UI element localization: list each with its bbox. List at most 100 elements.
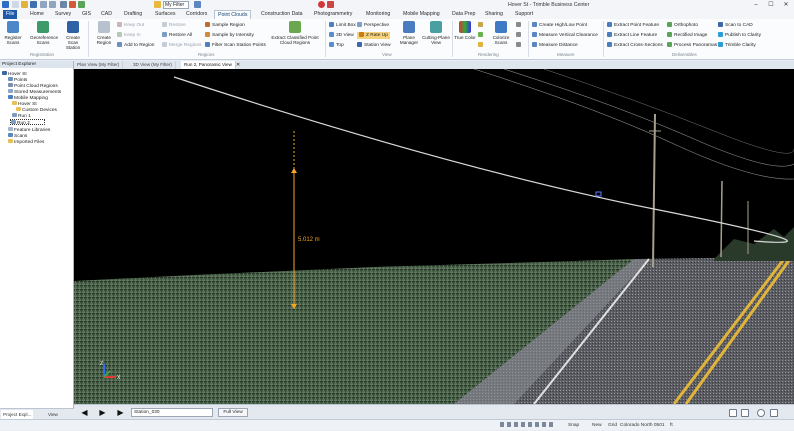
merge-regions-button[interactable]: Merge Regions — [162, 42, 202, 49]
new-icon[interactable] — [12, 1, 19, 8]
render-option-1[interactable] — [478, 22, 485, 29]
grid-toggle[interactable]: Grid — [608, 420, 617, 431]
full-view-button[interactable]: Full View — [218, 408, 248, 417]
tab-point-clouds[interactable]: Point Clouds — [214, 10, 252, 19]
trimble-clarity-button[interactable]: Trimble Clarity — [718, 42, 756, 49]
scan-to-cad-button[interactable]: Scan to CAD — [718, 22, 753, 29]
tab-photogrammetry[interactable]: Photogrammetry — [311, 10, 355, 19]
tab-monitoring[interactable]: Monitoring — [363, 10, 393, 19]
tab-file[interactable]: File — [3, 10, 18, 19]
tab-survey[interactable]: Survey — [52, 10, 74, 19]
selection-marker[interactable] — [595, 191, 602, 197]
extract-point-feature-button[interactable]: Extract Point Feature — [607, 22, 659, 29]
measure-icon[interactable] — [69, 1, 76, 8]
coordinate-system[interactable]: Colorado North 0501 — [620, 420, 665, 431]
render-option-2[interactable] — [478, 32, 485, 39]
open-icon[interactable] — [21, 1, 28, 8]
minimize-button[interactable]: – — [748, 0, 764, 10]
limit-box-button[interactable]: Limit Box — [329, 22, 356, 29]
tab-view-filter[interactable]: View Filter... — [46, 410, 74, 426]
close-button[interactable]: ✕ — [778, 0, 794, 10]
georeference-scans-button[interactable]: Georeference Scans — [30, 21, 58, 45]
tab-corridors[interactable]: Corridors — [183, 10, 210, 19]
previous-station-button[interactable]: ◀ — [80, 408, 89, 417]
render-option-4[interactable] — [516, 22, 523, 29]
filter-icon[interactable] — [154, 1, 161, 8]
station-view-button[interactable]: Station View — [357, 42, 391, 49]
filter-scan-station-button[interactable]: Filter Scan Station Points — [205, 42, 266, 49]
tree-node-run-2[interactable]: Run 2 — [10, 119, 45, 126]
extract-cross-sections-button[interactable]: Extract Cross-Sections — [607, 42, 663, 49]
restore-all-button[interactable]: Restore All — [162, 32, 192, 39]
tab-data-prep[interactable]: Data Prep — [449, 10, 478, 19]
tab-surfaces[interactable]: Surfaces — [152, 10, 178, 19]
create-high-low-button[interactable]: Create High/Low Point — [532, 22, 587, 29]
perspective-button[interactable]: Perspective — [357, 22, 389, 29]
restore-button[interactable]: Restore — [162, 22, 186, 29]
layers-icon[interactable] — [78, 1, 85, 8]
create-scan-station-button[interactable]: Create Scan Station — [61, 21, 85, 50]
extract-line-feature-button[interactable]: Extract Line Feature — [607, 32, 657, 39]
tab-gis[interactable]: GIS — [79, 10, 94, 19]
publish-to-clarity-button[interactable]: Publish to Clarity — [718, 32, 761, 39]
units-indicator[interactable]: ft — [670, 420, 673, 431]
rectified-image-button[interactable]: Rectified Image — [667, 32, 707, 39]
panoramic-viewport[interactable]: 5.012 m Z X — [74, 69, 794, 404]
top-view-icon — [329, 42, 334, 47]
render-option-6[interactable] — [516, 42, 523, 49]
tab-construction-data[interactable]: Construction Data — [258, 10, 306, 19]
tab-project-explorer[interactable]: Project Expl... — [1, 410, 34, 419]
save-icon[interactable] — [30, 1, 37, 8]
maximize-button[interactable]: ☐ — [763, 0, 779, 10]
3d-view-button[interactable]: 3D View — [329, 32, 354, 39]
true-color-button[interactable]: True Color — [453, 21, 477, 40]
redo-icon[interactable] — [49, 1, 56, 8]
doc-tab-panoramic-view[interactable]: Run 2, Panoramic View — [181, 61, 236, 69]
undo-icon[interactable] — [40, 1, 47, 8]
zoom-extents-icon[interactable] — [741, 409, 749, 417]
register-scans-button[interactable]: Register Scans — [1, 21, 25, 45]
keep-in-button[interactable]: Keep In — [117, 32, 141, 39]
cutting-plane-button[interactable]: Cutting-Plane View — [422, 21, 450, 45]
next-station-button[interactable]: ▶ — [116, 408, 125, 417]
tab-home[interactable]: Home — [27, 10, 47, 19]
doc-tab-plan-view[interactable]: Plan View (My Filter) — [74, 61, 124, 69]
station-select[interactable]: Station_030 — [131, 408, 213, 417]
view-filter-select[interactable]: My Filter — [163, 1, 189, 9]
select-icon[interactable] — [60, 1, 67, 8]
stop-icon[interactable] — [327, 1, 334, 8]
pan-icon[interactable] — [770, 409, 778, 417]
tab-support[interactable]: Support — [512, 10, 536, 19]
render-option-3[interactable] — [478, 42, 485, 49]
extract-classified-button[interactable]: Extract Classified Point Cloud Regions — [270, 21, 320, 45]
create-region-button[interactable]: Create Region — [92, 21, 116, 45]
refresh-icon[interactable] — [194, 1, 201, 8]
keep-out-button[interactable]: Keep Out — [117, 22, 144, 29]
new-toggle[interactable]: New — [592, 420, 602, 431]
plane-manager-button[interactable]: Plane Manager — [397, 21, 421, 45]
orbit-icon[interactable] — [757, 409, 765, 417]
add-to-region-button[interactable]: Add to Region — [117, 42, 154, 49]
colorize-scans-button[interactable]: Colorize Scans — [489, 21, 513, 45]
process-panoramas-button[interactable]: Process Panoramas — [667, 42, 717, 49]
tab-cad[interactable]: CAD — [98, 10, 115, 19]
z-rate-up-button[interactable]: Z Rate Up — [357, 32, 390, 39]
close-tab-icon[interactable]: ✕ — [236, 61, 240, 69]
top-view-button[interactable]: Top — [329, 42, 344, 49]
snap-toggle[interactable]: Snap — [568, 420, 579, 431]
tab-mobile-mapping[interactable]: Mobile Mapping — [400, 10, 443, 19]
sample-region-button[interactable]: Sample Region — [205, 22, 245, 29]
tree-node-imported-files[interactable]: Imported Files — [8, 139, 44, 145]
doc-tab-3d-view[interactable]: 3D View (My Filter) — [130, 61, 176, 69]
orthophoto-button[interactable]: Orthophoto — [667, 22, 698, 29]
record-icon[interactable] — [318, 1, 325, 8]
play-button[interactable]: ▶ — [98, 408, 107, 417]
layout-icon[interactable] — [729, 409, 737, 417]
render-option-5[interactable] — [516, 32, 523, 39]
tab-drafting[interactable]: Drafting — [121, 10, 145, 19]
status-tools-icon[interactable] — [500, 420, 560, 431]
sample-intensity-button[interactable]: Sample by Intensity — [205, 32, 254, 39]
tab-sharing[interactable]: Sharing — [482, 10, 506, 19]
measure-vertical-clearance-button[interactable]: Measure Vertical Clearance — [532, 32, 598, 39]
measure-distance-button[interactable]: Measure Distance — [532, 42, 578, 49]
